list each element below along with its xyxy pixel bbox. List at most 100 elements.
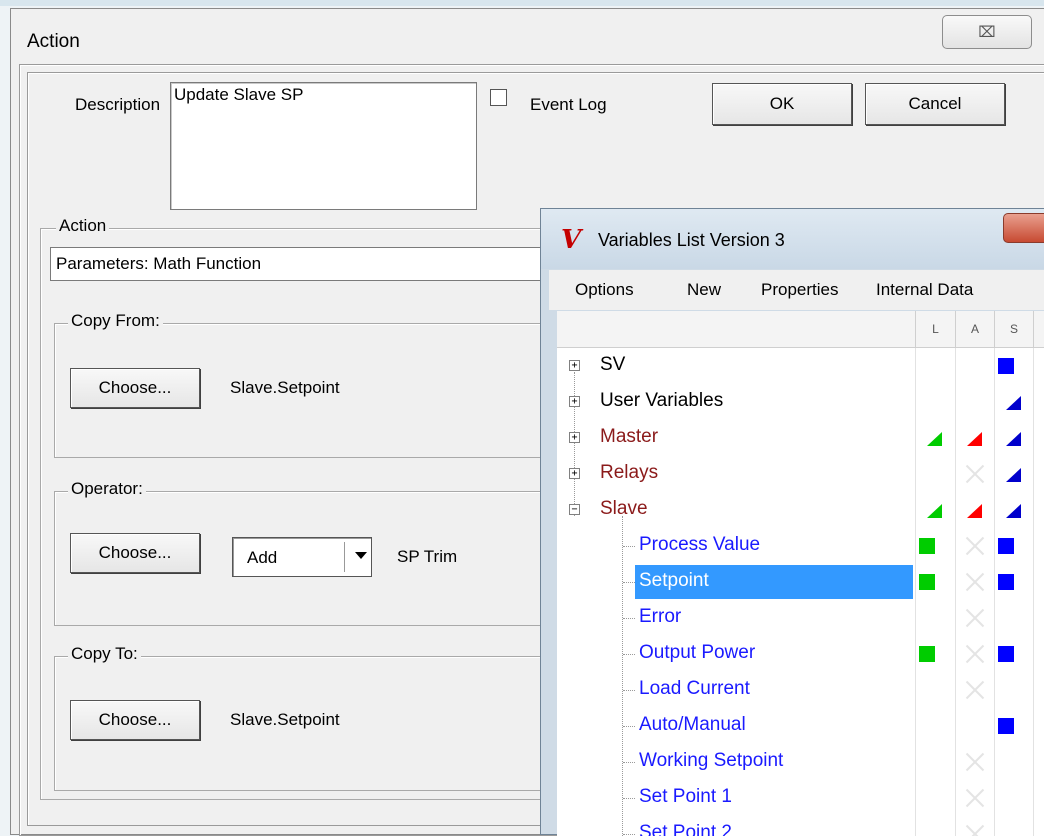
red-triangle-icon xyxy=(967,432,982,446)
cancel-label: Cancel xyxy=(908,94,962,113)
blue-square-icon xyxy=(998,718,1014,734)
tree-connector xyxy=(623,726,635,727)
operator-select[interactable]: Add xyxy=(232,537,372,577)
tree-item-label: Output Power xyxy=(639,642,756,663)
tree-item-label: Set Point 1 xyxy=(639,786,732,807)
ok-button[interactable]: OK xyxy=(712,83,852,125)
menu-internal-data[interactable]: Internal Data xyxy=(876,280,973,300)
variables-menubar: Options New Properties Internal Data xyxy=(549,270,1044,310)
tree-connector xyxy=(623,654,635,655)
column-header-more[interactable] xyxy=(1033,311,1044,347)
event-log-checkbox[interactable] xyxy=(490,89,507,106)
variables-window: V Variables List Version 3 Options New P… xyxy=(540,208,1044,836)
tree-item-label: Process Value xyxy=(639,534,761,555)
green-square-icon xyxy=(919,574,935,590)
green-square-icon xyxy=(919,646,935,662)
cancel-button[interactable]: Cancel xyxy=(865,83,1005,125)
tree-row[interactable]: − Slave xyxy=(557,492,1044,528)
copy-to-value: Slave.Setpoint xyxy=(230,710,340,729)
expand-icon[interactable]: + xyxy=(569,432,580,443)
expand-icon[interactable]: + xyxy=(569,468,580,479)
unavailable-icon xyxy=(965,464,985,484)
chevron-down-icon[interactable] xyxy=(355,552,367,559)
tree-item-label: Load Current xyxy=(639,678,750,699)
tree-row[interactable]: Error xyxy=(557,600,1044,636)
blue-square-icon xyxy=(998,538,1014,554)
tree-row[interactable]: Working Setpoint xyxy=(557,744,1044,780)
expand-icon[interactable]: + xyxy=(569,360,580,371)
copy-to-legend: Copy To: xyxy=(68,644,141,664)
tree-row[interactable]: Set Point 1 xyxy=(557,780,1044,816)
variables-header: L A S xyxy=(557,311,1044,348)
expand-icon[interactable]: + xyxy=(569,396,580,407)
tree-item-label: Setpoint xyxy=(639,570,709,591)
copy-to-choose-label: Choose... xyxy=(98,710,172,729)
unavailable-icon xyxy=(965,680,985,700)
tree-item-label: Set Point 2 xyxy=(639,822,732,836)
tree-row[interactable]: Process Value xyxy=(557,528,1044,564)
operator-choose-button[interactable]: Choose... xyxy=(70,533,200,573)
tree-row[interactable]: Load Current xyxy=(557,672,1044,708)
tree-row[interactable]: + Relays xyxy=(557,456,1044,492)
tree-row[interactable]: + SV xyxy=(557,348,1044,384)
green-square-icon xyxy=(919,538,935,554)
column-header-a[interactable]: A xyxy=(955,311,994,347)
tree-item-label: Error xyxy=(639,606,682,627)
dialog-title: Action xyxy=(27,31,80,52)
tree-item-label: Working Setpoint xyxy=(639,750,784,771)
close-button[interactable]: ⌧ xyxy=(942,15,1032,49)
tree-item-label: User Variables xyxy=(600,390,724,411)
copy-from-choose-button[interactable]: Choose... xyxy=(70,368,200,408)
tree-connector xyxy=(623,582,635,583)
variables-title: Variables List Version 3 xyxy=(598,230,785,250)
copy-from-value: Slave.Setpoint xyxy=(230,378,340,397)
blue-triangle-icon xyxy=(1006,396,1021,410)
tree-row[interactable]: Set Point 2 xyxy=(557,816,1044,836)
copy-from-choose-label: Choose... xyxy=(98,378,172,397)
tree-item-label: Relays xyxy=(600,462,659,483)
column-header-s[interactable]: S xyxy=(994,311,1033,347)
menu-properties[interactable]: Properties xyxy=(761,280,838,300)
ok-label: OK xyxy=(769,94,795,113)
column-header-l[interactable]: L xyxy=(915,311,955,347)
tree-row[interactable]: Auto/Manual xyxy=(557,708,1044,744)
tree-connector xyxy=(623,690,635,691)
background-strip xyxy=(0,0,1044,6)
collapse-icon[interactable]: − xyxy=(569,504,580,515)
menu-options[interactable]: Options xyxy=(575,280,634,300)
close-icon: ⌧ xyxy=(978,24,996,41)
tree-connector xyxy=(623,546,635,547)
action-field-value: Parameters: Math Function xyxy=(56,254,262,273)
variables-titlebar[interactable]: V Variables List Version 3 xyxy=(541,209,1044,269)
green-triangle-icon xyxy=(927,504,942,518)
tree-item-label: Master xyxy=(600,426,659,447)
description-input[interactable]: Update Slave SP xyxy=(170,82,477,210)
tree-row[interactable]: + User Variables xyxy=(557,384,1044,420)
unavailable-icon xyxy=(965,572,985,592)
copy-to-choose-button[interactable]: Choose... xyxy=(70,700,200,740)
tree-row[interactable]: Setpoint xyxy=(557,564,1044,600)
operator-value: SP Trim xyxy=(397,547,458,566)
green-triangle-icon xyxy=(927,432,942,446)
unavailable-icon xyxy=(965,608,985,628)
menu-new[interactable]: New xyxy=(687,280,721,300)
blue-square-icon xyxy=(998,574,1014,590)
description-value: Update Slave SP xyxy=(174,85,304,104)
unavailable-icon xyxy=(965,788,985,808)
red-triangle-icon xyxy=(967,504,982,518)
copy-from-legend: Copy From: xyxy=(68,311,163,331)
tree-item-label: SV xyxy=(600,354,626,375)
blue-triangle-icon xyxy=(1006,468,1021,482)
unavailable-icon xyxy=(965,536,985,556)
blue-square-icon xyxy=(998,646,1014,662)
action-group-legend: Action xyxy=(56,216,110,236)
variables-tree: + SV + User Variables + Master + Relays − Slave Pr… xyxy=(557,348,1044,836)
description-label: Description xyxy=(75,95,161,114)
tree-row[interactable]: + Master xyxy=(557,420,1044,456)
operator-legend: Operator: xyxy=(68,479,146,499)
combo-separator xyxy=(344,542,345,572)
tree-item-label: Slave xyxy=(600,498,648,519)
operator-select-value: Add xyxy=(247,548,278,567)
variables-close-button[interactable] xyxy=(1003,213,1044,243)
tree-row[interactable]: Output Power xyxy=(557,636,1044,672)
